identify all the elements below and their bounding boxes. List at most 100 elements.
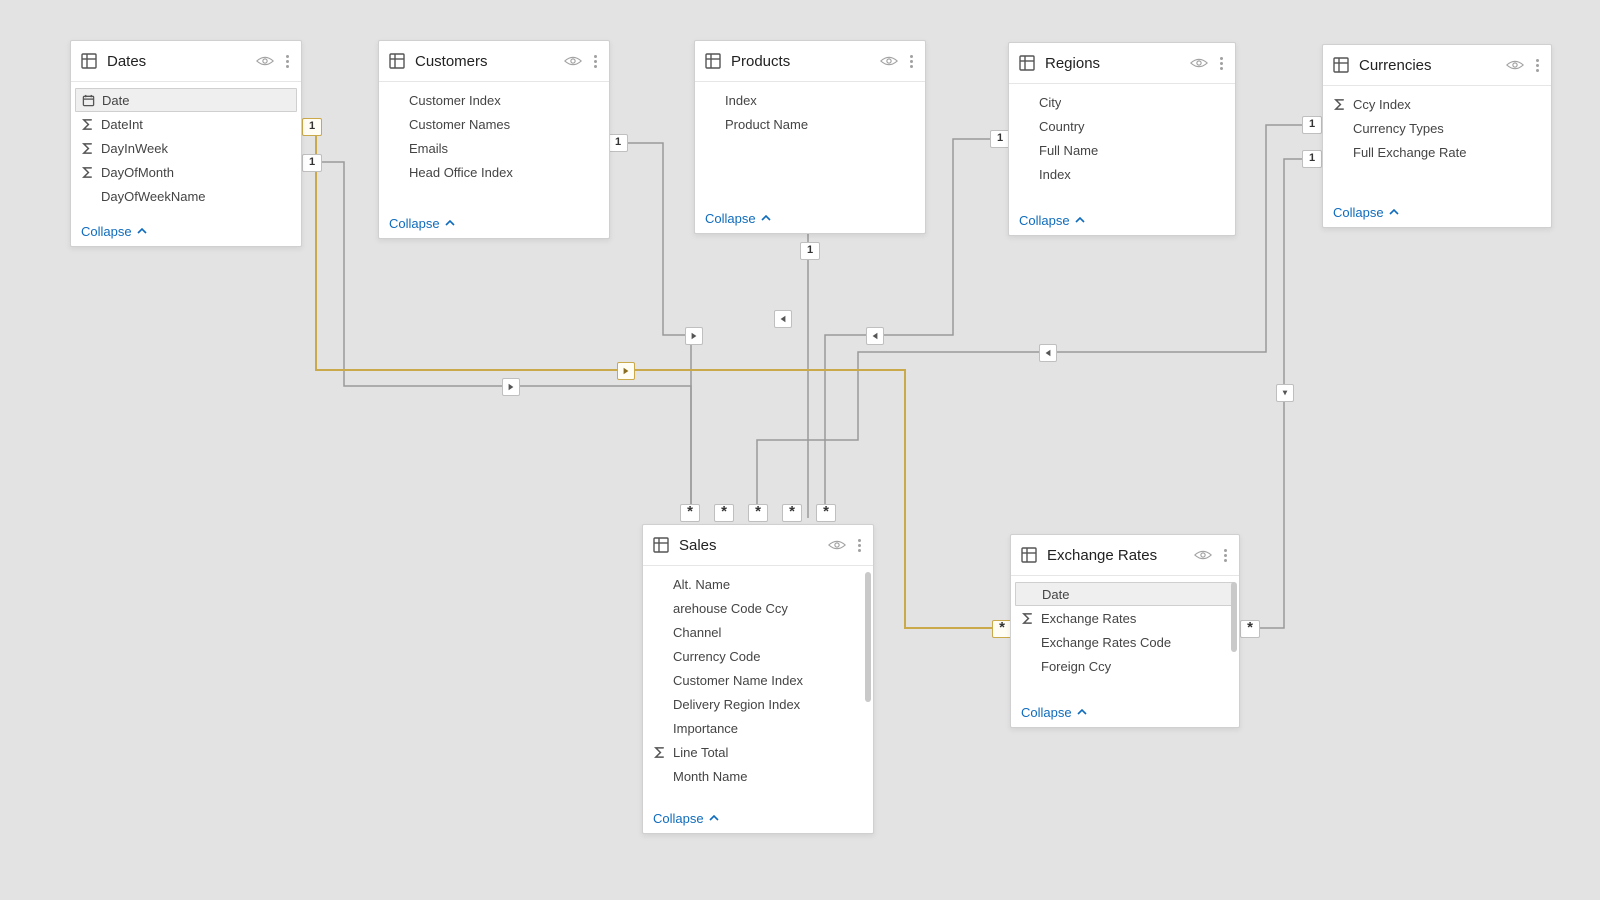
visibility-icon[interactable]	[256, 54, 274, 68]
visibility-icon[interactable]	[1194, 548, 1212, 562]
field-row[interactable]: DayOfMonth	[71, 160, 301, 184]
collapse-button[interactable]: Collapse	[1323, 197, 1551, 227]
field-row[interactable]: Index	[1009, 162, 1235, 186]
cardinality-many: *	[714, 504, 734, 522]
field-row[interactable]: Ccy Index	[1323, 92, 1551, 116]
field-row[interactable]: Exchange Rates	[1011, 606, 1239, 630]
calendar-icon	[80, 92, 96, 108]
field-name: Delivery Region Index	[673, 697, 800, 712]
field-row[interactable]: Currency Code	[643, 644, 873, 668]
field-row[interactable]: Country	[1009, 114, 1235, 138]
collapse-button[interactable]: Collapse	[643, 803, 873, 833]
field-row[interactable]: Full Name	[1009, 138, 1235, 162]
filter-arrow-icon	[866, 327, 884, 345]
scrollbar[interactable]	[1231, 582, 1237, 652]
table-title: Exchange Rates	[1047, 547, 1186, 564]
cardinality-one: 1	[302, 154, 322, 172]
cardinality-many: *	[1240, 620, 1260, 638]
field-row[interactable]: DayOfWeekName	[71, 184, 301, 208]
field-list: Ccy IndexCurrency TypesFull Exchange Rat…	[1323, 86, 1551, 197]
sigma-icon	[79, 116, 95, 132]
table-currencies[interactable]: Currencies Ccy IndexCurrency TypesFull Ex…	[1322, 44, 1552, 228]
cardinality-one: 1	[608, 134, 628, 152]
table-dates[interactable]: Dates Date DateInt DayInWeek DayOfMonthDayOf…	[70, 40, 302, 247]
table-regions[interactable]: Regions City CountryFull NameIndex Collapse	[1008, 42, 1236, 236]
visibility-icon[interactable]	[1506, 58, 1524, 72]
table-title: Currencies	[1359, 57, 1498, 74]
table-sales[interactable]: SalesAlt. Namearehouse Code CcyChannelCu…	[642, 524, 874, 834]
field-row[interactable]: Month Name	[643, 764, 873, 788]
chevron-up-icon	[708, 812, 720, 824]
field-row[interactable]: City	[1009, 90, 1235, 114]
table-exchange-rates[interactable]: Exchange RatesDateExchange RatesExchange…	[1010, 534, 1240, 728]
more-options-icon[interactable]	[1216, 57, 1227, 70]
table-icon	[1331, 55, 1351, 75]
table-title: Dates	[107, 53, 248, 70]
field-row[interactable]: DayInWeek	[71, 136, 301, 160]
table-icon	[703, 51, 723, 71]
field-name: Customer Name Index	[673, 673, 803, 688]
more-options-icon[interactable]	[854, 539, 865, 552]
field-row[interactable]: arehouse Code Ccy	[643, 596, 873, 620]
more-options-icon[interactable]	[1532, 59, 1543, 72]
field-row[interactable]: Customer Name Index	[643, 668, 873, 692]
table-header[interactable]: Dates	[71, 41, 301, 82]
field-row[interactable]: Foreign Ccy	[1011, 654, 1239, 678]
collapse-button[interactable]: Collapse	[379, 208, 609, 238]
field-name: City	[1039, 95, 1061, 110]
sigma-icon	[651, 744, 667, 760]
field-name: Line Total	[673, 745, 728, 760]
table-products[interactable]: Products IndexProduct Name Collapse	[694, 40, 926, 234]
more-options-icon[interactable]	[282, 55, 293, 68]
field-list: DateExchange RatesExchange Rates CodeFor…	[1011, 576, 1239, 697]
collapse-button[interactable]: Collapse	[1011, 697, 1239, 727]
model-canvas[interactable]: 1 1 1 1 1 1 1 * * * * * * * DatesDateDat…	[0, 0, 1600, 900]
visibility-icon[interactable]	[1190, 56, 1208, 70]
field-row[interactable]: Customer Names	[379, 112, 609, 136]
field-name: Importance	[673, 721, 738, 736]
more-options-icon[interactable]	[1220, 549, 1231, 562]
field-row[interactable]: Currency Types	[1323, 116, 1551, 140]
field-row[interactable]: Delivery Region Index	[643, 692, 873, 716]
field-row[interactable]: DateInt	[71, 112, 301, 136]
scrollbar[interactable]	[865, 572, 871, 702]
collapse-button[interactable]: Collapse	[71, 216, 301, 246]
table-header[interactable]: Products	[695, 41, 925, 82]
field-row[interactable]: Customer Index	[379, 88, 609, 112]
field-row[interactable]: Full Exchange Rate	[1323, 140, 1551, 164]
field-row[interactable]: Importance	[643, 716, 873, 740]
field-row[interactable]: Date	[75, 88, 297, 112]
field-row[interactable]: Exchange Rates Code	[1011, 630, 1239, 654]
table-customers[interactable]: CustomersCustomer IndexCustomer NamesEma…	[378, 40, 610, 239]
table-header[interactable]: Customers	[379, 41, 609, 82]
visibility-icon[interactable]	[828, 538, 846, 552]
collapse-button[interactable]: Collapse	[1009, 205, 1235, 235]
filter-arrow-icon	[774, 310, 792, 328]
table-header[interactable]: Exchange Rates	[1011, 535, 1239, 576]
more-options-icon[interactable]	[590, 55, 601, 68]
collapse-button[interactable]: Collapse	[695, 203, 925, 233]
cardinality-one: 1	[302, 118, 322, 136]
field-name: DayInWeek	[101, 141, 168, 156]
field-name: Date	[102, 93, 129, 108]
field-row[interactable]: Product Name	[695, 112, 925, 136]
visibility-icon[interactable]	[880, 54, 898, 68]
cardinality-many: *	[782, 504, 802, 522]
field-row[interactable]: Alt. Name	[643, 572, 873, 596]
more-options-icon[interactable]	[906, 55, 917, 68]
cardinality-one: 1	[800, 242, 820, 260]
field-row[interactable]: Channel	[643, 620, 873, 644]
field-row[interactable]: Date	[1015, 582, 1235, 606]
visibility-icon[interactable]	[564, 54, 582, 68]
field-name: DateInt	[101, 117, 143, 132]
field-list: Customer IndexCustomer NamesEmailsHead O…	[379, 82, 609, 208]
cardinality-many: *	[816, 504, 836, 522]
field-row[interactable]: Line Total	[643, 740, 873, 764]
field-list: City CountryFull NameIndex	[1009, 84, 1235, 205]
table-header[interactable]: Currencies	[1323, 45, 1551, 86]
field-row[interactable]: Index	[695, 88, 925, 112]
field-row[interactable]: Emails	[379, 136, 609, 160]
table-header[interactable]: Sales	[643, 525, 873, 566]
field-row[interactable]: Head Office Index	[379, 160, 609, 184]
table-header[interactable]: Regions	[1009, 43, 1235, 84]
